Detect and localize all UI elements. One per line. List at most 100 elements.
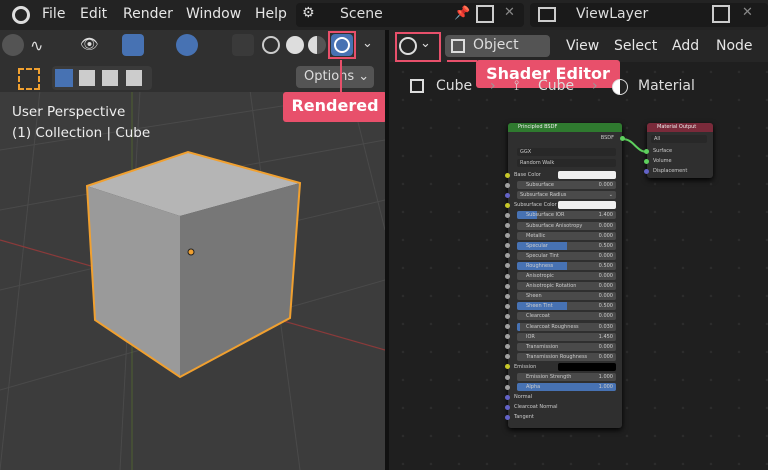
input-label: Transmission — [526, 343, 559, 350]
input-label: Emission Strength — [526, 374, 572, 380]
input-socket[interactable] — [505, 253, 510, 259]
input-socket[interactable] — [505, 303, 510, 309]
bsdf-output-socket[interactable] — [620, 136, 625, 141]
input-value: 1.450 — [598, 333, 613, 340]
input-slider[interactable]: Sheen 0.000 — [517, 292, 616, 301]
input-value: 0.500 — [598, 262, 613, 269]
input-socket[interactable] — [505, 202, 510, 208]
input-socket[interactable] — [505, 273, 510, 279]
node-link — [621, 138, 649, 153]
subsurface-method-dropdown[interactable]: Random Walk — [517, 159, 616, 167]
input-value: 1.400 — [598, 212, 613, 219]
input-socket[interactable] — [505, 263, 510, 269]
input-slider[interactable]: Clearcoat 0.000 — [517, 312, 616, 321]
input-socket[interactable] — [505, 324, 510, 329]
node-title[interactable]: Principled BSDF — [508, 123, 622, 132]
color-swatch[interactable] — [558, 201, 616, 210]
input-slider[interactable]: IOR 1.450 — [517, 332, 616, 341]
input-slider[interactable]: Sheen Tint 0.500 — [517, 302, 616, 311]
distribution-dropdown[interactable]: GGX — [517, 148, 616, 156]
input-label: Sheen Tint — [526, 303, 553, 310]
input-value: 1.000 — [598, 374, 613, 380]
input-label: Subsurface Color — [514, 202, 557, 209]
input-socket[interactable] — [505, 172, 510, 178]
input-slider[interactable]: Specular 0.500 — [517, 241, 616, 250]
input-label: Sheen — [526, 293, 542, 300]
input-slider[interactable]: Subsurface Anisotropy 0.000 — [517, 221, 616, 230]
input-value: 0.000 — [598, 293, 613, 300]
input-socket[interactable] — [505, 223, 510, 228]
displacement-socket[interactable] — [644, 169, 649, 174]
input-slider[interactable]: Transmission 0.000 — [517, 342, 616, 351]
input-label: Specular — [526, 242, 548, 249]
input-slider[interactable]: Anisotropic Rotation 0.000 — [517, 282, 616, 291]
input-socket[interactable] — [505, 374, 510, 380]
input-value: 0.000 — [598, 343, 613, 350]
color-swatch[interactable] — [558, 171, 616, 179]
input-label: Anisotropic — [526, 273, 554, 279]
displacement-label: Displacement — [653, 168, 688, 174]
input-slider[interactable]: Subsurface IOR 1.400 — [517, 211, 616, 220]
target-dropdown[interactable]: All — [651, 135, 707, 143]
input-socket[interactable] — [505, 334, 510, 340]
input-socket[interactable] — [505, 414, 510, 420]
input-value: 0.000 — [598, 273, 613, 279]
input-value: 0.000 — [598, 232, 613, 239]
node-title[interactable]: Material Output — [647, 123, 713, 132]
input-socket[interactable] — [505, 404, 510, 410]
input-socket[interactable] — [505, 212, 510, 218]
input-slider[interactable]: Metallic 0.000 — [517, 231, 616, 240]
input-value: 0.000 — [598, 283, 613, 290]
input-label: Base Color — [514, 172, 541, 178]
input-value: 0.030 — [598, 323, 613, 330]
surface-socket[interactable] — [644, 149, 649, 154]
input-label: Subsurface IOR — [526, 212, 565, 219]
input-slider[interactable]: Subsurface 0.000 — [517, 181, 616, 190]
input-value: 1.000 — [598, 384, 613, 391]
input-label: Transmission Roughness — [526, 353, 588, 360]
input-socket[interactable] — [505, 233, 510, 239]
volume-socket[interactable] — [644, 159, 649, 164]
input-slider[interactable]: Roughness 0.500 — [517, 261, 616, 270]
input-socket[interactable] — [505, 344, 510, 350]
input-label: Metallic — [526, 232, 546, 239]
input-socket[interactable] — [505, 182, 510, 188]
input-label: Clearcoat Roughness — [526, 323, 579, 330]
material-output-node[interactable]: Material Output All Surface Volume Displ… — [644, 123, 713, 178]
input-socket[interactable] — [505, 243, 510, 249]
input-label: Roughness — [526, 262, 554, 269]
input-label: Subsurface Anisotropy — [526, 222, 583, 229]
input-label: Subsurface — [526, 182, 554, 189]
input-socket[interactable] — [505, 192, 510, 198]
input-slider[interactable]: Clearcoat Roughness 0.030 — [517, 322, 616, 331]
input-label: Subsurface Radius — [520, 192, 567, 199]
input-label: Emission — [514, 363, 537, 370]
principled-bsdf-node[interactable]: Principled BSDF BSDF GGX Random Walk Bas… — [505, 123, 625, 428]
input-label: IOR — [526, 333, 535, 340]
input-value: 0.500 — [598, 303, 613, 310]
input-value: 0.000 — [598, 182, 613, 189]
input-socket[interactable] — [505, 283, 510, 289]
input-socket[interactable] — [505, 313, 510, 319]
input-slider[interactable]: Alpha 1.000 — [517, 383, 616, 392]
input-label: Normal — [514, 394, 533, 401]
input-dropdown[interactable]: Subsurface Radius ⌄ — [517, 191, 616, 200]
input-socket[interactable] — [505, 293, 510, 299]
input-value: 0.000 — [598, 353, 613, 360]
input-label: Anisotropic Rotation — [526, 283, 577, 290]
color-swatch[interactable] — [558, 362, 616, 371]
input-value: 0.000 — [598, 222, 613, 229]
input-socket[interactable] — [505, 384, 510, 390]
volume-label: Volume — [653, 158, 672, 164]
input-slider[interactable]: Emission Strength 1.000 — [517, 373, 616, 381]
surface-label: Surface — [653, 148, 673, 154]
input-slider[interactable]: Specular Tint 0.000 — [517, 251, 616, 260]
input-slider[interactable]: Anisotropic 0.000 — [517, 272, 616, 280]
input-slider[interactable]: Transmission Roughness 0.000 — [517, 352, 616, 361]
input-socket[interactable] — [505, 364, 510, 370]
input-socket[interactable] — [505, 394, 510, 400]
input-socket[interactable] — [505, 354, 510, 360]
input-label: Specular Tint — [526, 252, 559, 259]
input-value: 0.000 — [598, 313, 613, 320]
input-value: 0.000 — [598, 252, 613, 259]
